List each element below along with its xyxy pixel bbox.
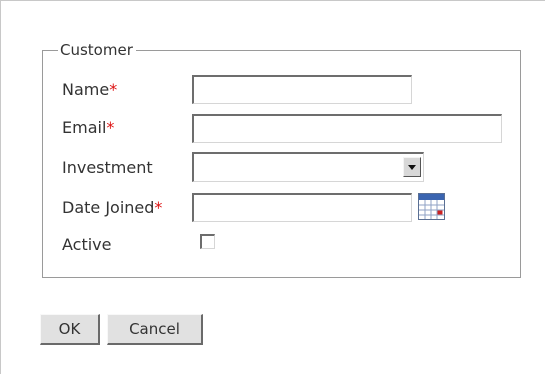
date-joined-label-text: Date Joined <box>62 198 155 217</box>
customer-legend: Customer <box>58 41 136 59</box>
investment-label: Investment <box>62 158 153 178</box>
date-joined-input[interactable] <box>192 193 412 222</box>
name-required-marker: * <box>109 80 118 99</box>
date-joined-required-marker: * <box>154 198 163 217</box>
email-required-marker: * <box>106 118 115 137</box>
date-joined-label: Date Joined* <box>62 198 162 218</box>
email-label: Email* <box>62 118 114 138</box>
ok-button[interactable]: OK <box>40 314 100 345</box>
name-input[interactable] <box>192 75 412 104</box>
investment-select[interactable] <box>192 152 424 182</box>
name-label-text: Name <box>62 80 110 99</box>
chevron-down-icon[interactable] <box>403 157 421 177</box>
email-input[interactable] <box>192 114 502 143</box>
active-checkbox[interactable] <box>200 234 215 249</box>
email-label-text: Email <box>62 118 107 137</box>
investment-label-text: Investment <box>62 158 153 177</box>
calendar-icon[interactable] <box>418 193 445 220</box>
name-label: Name* <box>62 80 117 100</box>
cancel-button[interactable]: Cancel <box>107 314 203 345</box>
active-label: Active <box>62 235 112 255</box>
active-label-text: Active <box>62 235 112 254</box>
